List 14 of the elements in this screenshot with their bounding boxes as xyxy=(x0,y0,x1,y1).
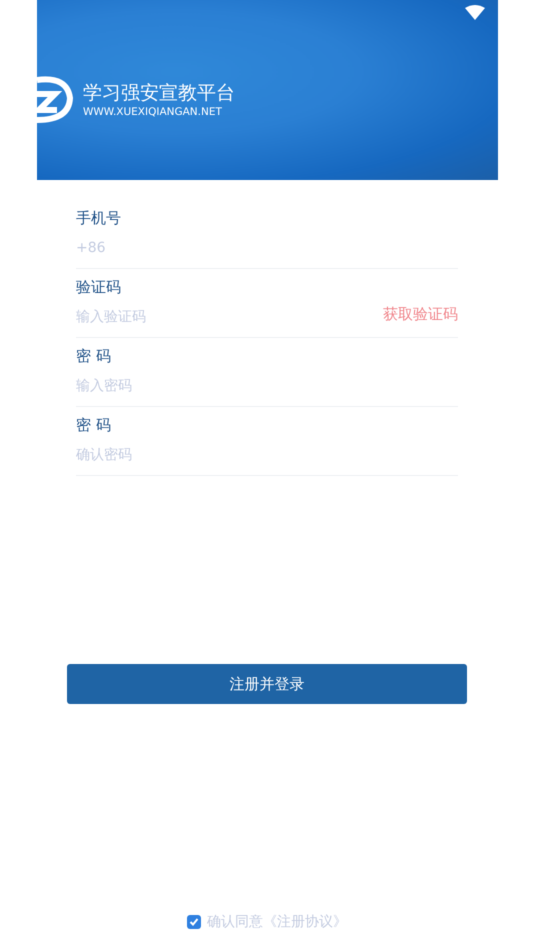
input-field[interactable]: +86 xyxy=(76,240,458,256)
input-field[interactable]: 输入验证码 xyxy=(76,309,383,325)
wifi-icon xyxy=(465,5,485,21)
app-title: 学习强安宣教平台 xyxy=(83,81,235,105)
website-url: WWW.XUEXIQIANGAN.NET xyxy=(83,105,223,119)
input-field[interactable]: 输入密码 xyxy=(76,378,458,394)
field-label: 手机号 xyxy=(76,208,122,228)
field-label: 密 码 xyxy=(76,346,112,366)
register-button[interactable]: 注册并登录 xyxy=(67,664,467,704)
field-label: 密 码 xyxy=(76,415,112,435)
agreement-text: 确认同意《注册协议》 xyxy=(207,913,347,931)
field-label: 验证码 xyxy=(76,277,122,297)
input-field[interactable]: 确认密码 xyxy=(76,447,458,463)
agree-checkbox[interactable] xyxy=(187,915,201,929)
